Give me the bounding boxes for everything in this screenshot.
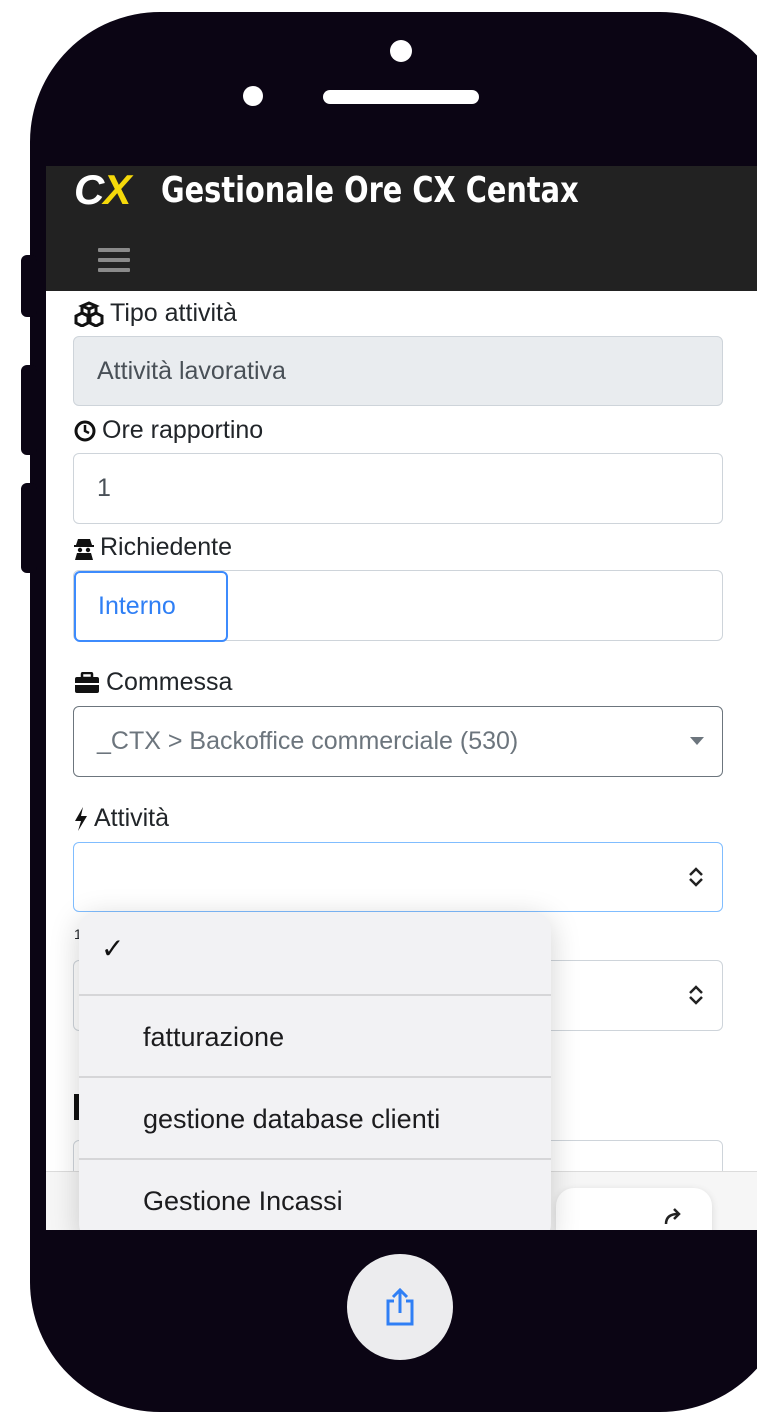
commessa-label-text: Commessa xyxy=(106,668,233,696)
attivita-label: Attività xyxy=(74,804,169,833)
tipo-attivita-label-text: Tipo attività xyxy=(110,299,237,327)
dropdown-option-empty[interactable]: ✓ xyxy=(79,912,551,997)
tipo-attivita-label: Tipo attività xyxy=(74,299,237,328)
app-title: Gestionale Ore CX Centax xyxy=(161,170,579,211)
commessa-select[interactable]: _CTX > Backoffice commerciale (530) xyxy=(73,706,723,777)
ore-rapportino-label: Ore rapportino xyxy=(74,416,263,445)
ore-rapportino-input[interactable]: 1 xyxy=(73,453,723,524)
app-logo: CX xyxy=(74,166,131,213)
bolt-icon xyxy=(75,806,87,831)
dropdown-option[interactable]: gestione database clienti xyxy=(79,1076,551,1161)
commessa-label: Commessa xyxy=(74,668,232,697)
ore-rapportino-value: 1 xyxy=(97,474,111,502)
attivita-label-text: Attività xyxy=(94,804,170,832)
dropdown-option-label: gestione database clienti xyxy=(143,1104,441,1134)
richiedente-label: Richiedente xyxy=(74,533,232,562)
app-header: CX Gestionale Ore CX Centax xyxy=(46,166,757,291)
phone-speaker xyxy=(323,90,479,104)
dropdown-option-label: Gestione Incassi xyxy=(143,1186,343,1216)
select-updown-icon xyxy=(689,867,703,887)
tipo-attivita-field: Attività lavorativa xyxy=(73,336,723,406)
screen: CX Gestionale Ore CX Centax Tipo attivit… xyxy=(46,166,757,1230)
select-updown-icon-2 xyxy=(689,985,703,1005)
dropdown-option[interactable]: fatturazione xyxy=(79,994,551,1079)
phone-side-button-mute xyxy=(21,255,37,317)
tipo-attivita-value: Attività lavorativa xyxy=(97,356,286,385)
richiedente-toggle-group: Interno xyxy=(73,570,723,642)
phone-camera xyxy=(390,40,412,62)
attivita-select[interactable] xyxy=(73,842,723,912)
phone-side-button-volume-down xyxy=(21,483,37,573)
hamburger-menu-icon[interactable] xyxy=(98,248,130,274)
clock-icon xyxy=(74,420,96,441)
share-icon xyxy=(386,1287,414,1326)
forward-arrow-icon xyxy=(664,1208,681,1225)
richiedente-option-interno[interactable]: Interno xyxy=(74,571,228,642)
browser-share-button[interactable] xyxy=(556,1188,712,1230)
phone-side-button-volume-up xyxy=(21,365,37,455)
commessa-value: _CTX > Backoffice commerciale (530) xyxy=(97,727,519,755)
phone-home-button[interactable] xyxy=(347,1254,453,1360)
briefcase-icon xyxy=(75,671,99,693)
dropdown-option-label: fatturazione xyxy=(143,1022,285,1052)
user-secret-icon xyxy=(74,538,94,560)
attivita-dropdown-list: ✓ fatturazione gestione database clienti… xyxy=(79,912,551,1230)
ore-rapportino-label-text: Ore rapportino xyxy=(102,416,264,444)
chevron-down-icon xyxy=(690,737,704,745)
checkmark-icon: ✓ xyxy=(101,933,125,964)
phone-sensor xyxy=(243,86,263,106)
dropdown-option[interactable]: Gestione Incassi xyxy=(79,1158,551,1230)
cubes-icon xyxy=(74,300,104,327)
richiedente-label-text: Richiedente xyxy=(100,533,233,561)
